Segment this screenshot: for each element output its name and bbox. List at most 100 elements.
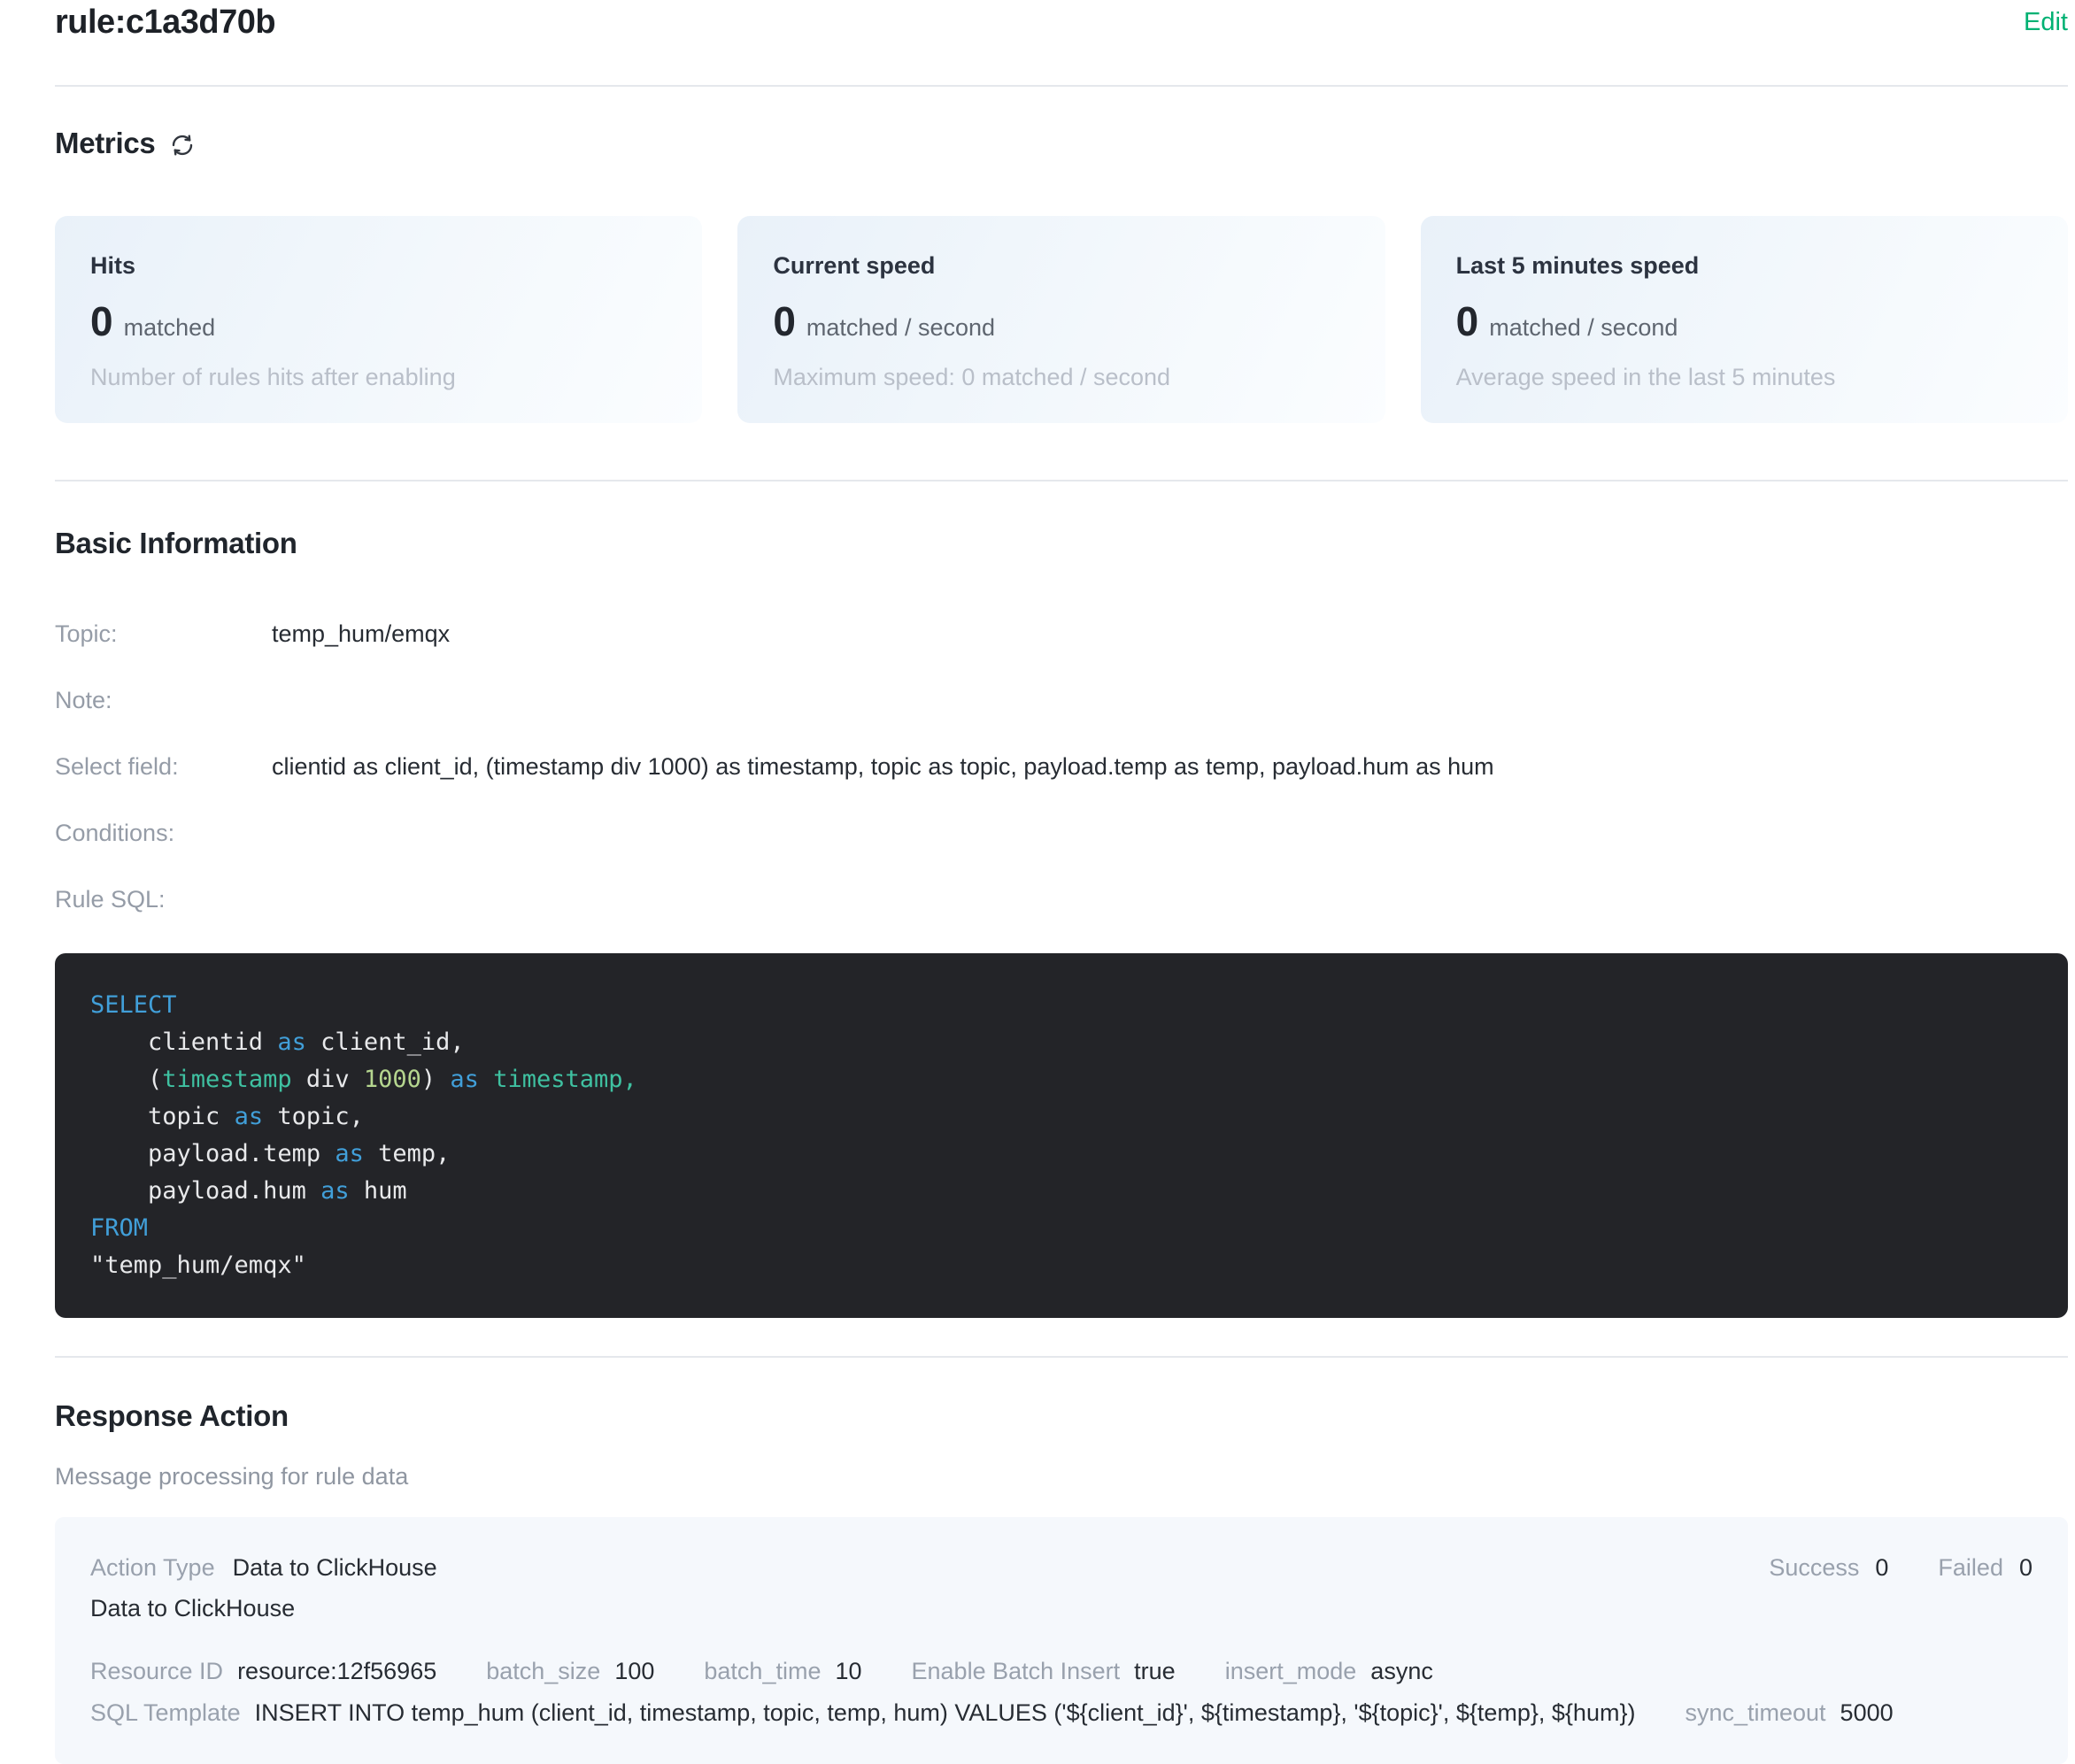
action-param-resource-id: Resource ID resource:12f56965	[90, 1658, 436, 1685]
code-line: clientid as client_id,	[90, 1024, 2033, 1061]
info-label: Note:	[55, 686, 272, 714]
metric-unit: matched	[124, 314, 216, 342]
code-line: "temp_hum/emqx"	[90, 1247, 2033, 1284]
code-token: payload.temp	[90, 1140, 335, 1167]
page-title: rule:c1a3d70b	[55, 4, 275, 41]
param-value: async	[1370, 1658, 1433, 1685]
failed-value: 0	[2019, 1554, 2033, 1582]
basic-information-heading: Basic Information	[55, 526, 2068, 561]
code-line: (timestamp div 1000) as timestamp,	[90, 1061, 2033, 1098]
action-param-batch-time: batch_time 10	[704, 1658, 861, 1685]
action-type: Action Type Data to ClickHouse	[90, 1554, 437, 1582]
code-line: SELECT	[90, 987, 2033, 1024]
metric-unit: matched / second	[806, 314, 995, 342]
code-token: )	[421, 1066, 451, 1093]
edit-link[interactable]: Edit	[2024, 4, 2068, 41]
metrics-divider	[55, 480, 2068, 481]
success-counter: Success 0	[1769, 1554, 1888, 1582]
info-row-select-field: Select field: clientid as client_id, (ti…	[55, 752, 2068, 781]
action-param-sync-timeout: sync_timeout5000	[1685, 1699, 1893, 1727]
code-token: as	[335, 1140, 364, 1167]
param-value: true	[1134, 1658, 1176, 1685]
metric-card-title: Hits	[90, 251, 667, 280]
success-value: 0	[1875, 1554, 1888, 1582]
param-value: 100	[614, 1658, 654, 1685]
param-value: INSERT INTO temp_hum (client_id, timesta…	[255, 1699, 1636, 1727]
metric-card-value-row: 0 matched	[90, 299, 667, 343]
code-token: as	[235, 1103, 264, 1130]
response-action-card: Action Type Data to ClickHouse Success 0…	[55, 1517, 2068, 1764]
metric-description: Number of rules hits after enabling	[90, 363, 667, 391]
rule-sql-divider	[55, 1356, 2068, 1358]
info-label: Topic:	[55, 620, 272, 648]
action-header-row: Action Type Data to ClickHouse Success 0…	[90, 1554, 2033, 1582]
param-value: resource:12f56965	[237, 1658, 436, 1685]
info-row-topic: Topic: temp_hum/emqx	[55, 620, 2068, 648]
param-label: insert_mode	[1225, 1658, 1357, 1685]
action-type-label: Action Type	[90, 1554, 215, 1582]
param-label: batch_time	[704, 1658, 821, 1685]
info-label: Select field:	[55, 752, 272, 781]
metric-card-title: Last 5 minutes speed	[1456, 251, 2033, 280]
metric-card-value-row: 0 matched / second	[773, 299, 1349, 343]
info-label: Conditions:	[55, 819, 272, 847]
code-line: topic as topic,	[90, 1098, 2033, 1136]
metrics-heading-label: Metrics	[55, 126, 155, 161]
code-token: as	[450, 1066, 479, 1093]
metric-card-value-row: 0 matched / second	[1456, 299, 2033, 343]
basic-information-list: Topic: temp_hum/emqx Note: Select field:…	[55, 620, 2068, 913]
code-line: FROM	[90, 1210, 2033, 1247]
code-token: payload.hum	[90, 1177, 320, 1205]
code-token: as	[320, 1177, 350, 1205]
param-label: Resource ID	[90, 1658, 223, 1685]
metric-card-last-5-minutes-speed: Last 5 minutes speed 0 matched / second …	[1421, 216, 2068, 423]
response-action-heading: Response Action	[55, 1398, 2068, 1434]
code-token: div	[292, 1066, 364, 1093]
success-label: Success	[1769, 1554, 1859, 1582]
info-row-rule-sql: Rule SQL:	[55, 885, 2068, 913]
metric-unit: matched / second	[1489, 314, 1678, 342]
param-value: 5000	[1840, 1699, 1894, 1727]
metric-description: Average speed in the last 5 minutes	[1456, 363, 2033, 391]
action-param-enable-batch-insert: Enable Batch Insert true	[912, 1658, 1176, 1685]
code-token: timestamp,	[493, 1066, 637, 1093]
action-type-value: Data to ClickHouse	[233, 1554, 437, 1582]
info-label: Rule SQL:	[55, 885, 272, 913]
param-label: Enable Batch Insert	[912, 1658, 1121, 1685]
code-token: topic	[90, 1103, 235, 1130]
info-row-conditions: Conditions:	[55, 819, 2068, 847]
metrics-cards-row: Hits 0 matched Number of rules hits afte…	[55, 216, 2068, 423]
failed-counter: Failed 0	[1938, 1554, 2033, 1582]
code-token: "temp_hum/emqx"	[90, 1252, 306, 1279]
code-token: clientid	[90, 1028, 277, 1056]
metric-description: Maximum speed: 0 matched / second	[773, 363, 1349, 391]
metric-card-title: Current speed	[773, 251, 1349, 280]
refresh-icon[interactable]	[169, 132, 196, 158]
code-token: timestamp	[162, 1066, 291, 1093]
code-token: topic,	[263, 1103, 364, 1130]
metric-value: 0	[1456, 299, 1479, 343]
metric-card-current-speed: Current speed 0 matched / second Maximum…	[737, 216, 1385, 423]
failed-label: Failed	[1938, 1554, 2003, 1582]
action-params: Resource ID resource:12f56965 batch_size10…	[90, 1658, 2033, 1727]
metric-value: 0	[90, 299, 113, 343]
action-name: Data to ClickHouse	[90, 1594, 2033, 1622]
param-label: SQL Template	[90, 1699, 241, 1727]
rule-sql-code: SELECT clientid as client_id, (timestamp…	[55, 953, 2068, 1318]
code-token: SELECT	[90, 991, 177, 1019]
param-value: 10	[835, 1658, 861, 1685]
info-value: temp_hum/emqx	[272, 620, 450, 648]
action-param-insert-mode: insert_mode async	[1225, 1658, 1433, 1685]
code-token: FROM	[90, 1214, 148, 1242]
info-value: clientid as client_id, (timestamp div 10…	[272, 752, 1494, 781]
action-param-sql-template: SQL Template INSERT INTO temp_hum (client…	[90, 1699, 1635, 1727]
metric-value: 0	[773, 299, 796, 343]
info-row-note: Note:	[55, 686, 2068, 714]
code-token: as	[277, 1028, 306, 1056]
page-header: rule:c1a3d70b Edit	[55, 4, 2068, 41]
code-token: client_id,	[306, 1028, 465, 1056]
action-param-batch-size: batch_size100	[486, 1658, 654, 1685]
code-token: (	[90, 1066, 162, 1093]
metric-card-hits: Hits 0 matched Number of rules hits afte…	[55, 216, 702, 423]
code-token	[479, 1066, 493, 1093]
